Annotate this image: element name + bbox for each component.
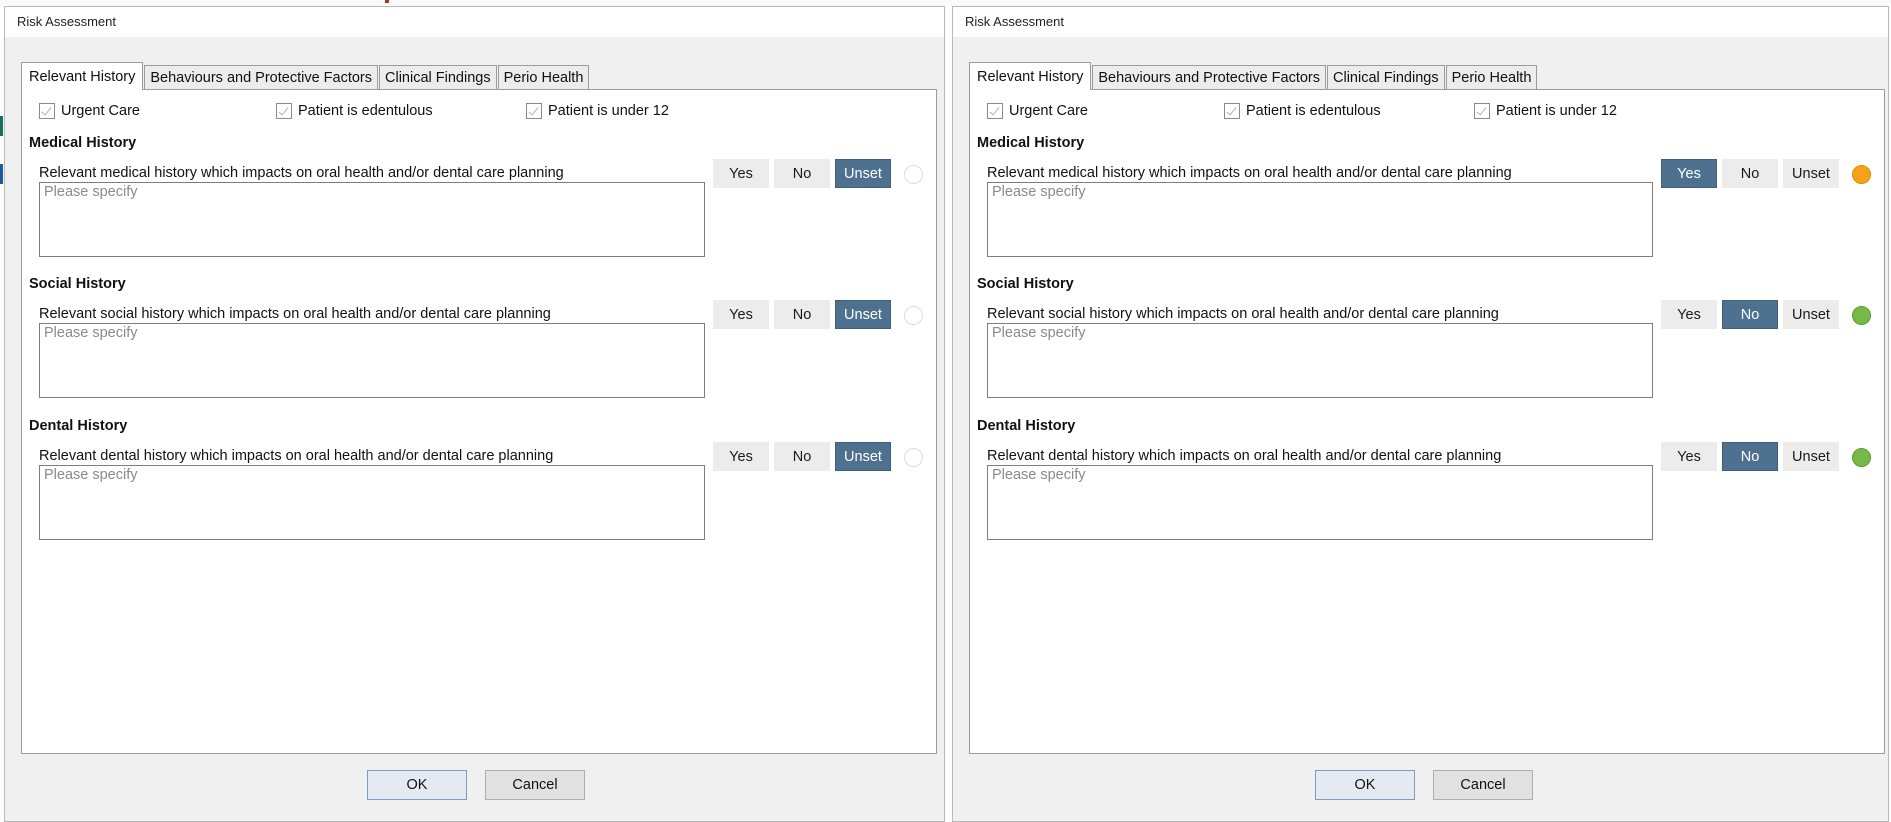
section-medical-history: Medical History Relevant medical history… — [22, 135, 936, 257]
section-title: Dental History — [29, 418, 128, 434]
checkbox-urgent-care[interactable]: Urgent Care — [987, 103, 1088, 119]
social-history-answer-selector: Yes No Unset — [713, 300, 896, 329]
medical-history-details-textarea[interactable]: Please specify — [39, 182, 705, 257]
tab-clinical-findings[interactable]: Clinical Findings — [379, 65, 497, 89]
section-description: Relevant dental history which impacts on… — [39, 448, 554, 464]
no-button[interactable]: No — [1722, 159, 1778, 188]
unset-button[interactable]: Unset — [835, 442, 891, 471]
tab-perio-health[interactable]: Perio Health — [497, 65, 590, 89]
section-title: Social History — [29, 276, 126, 292]
ok-button[interactable]: OK — [367, 770, 467, 800]
no-button[interactable]: No — [774, 442, 830, 471]
medical-history-answer-selector: Yes No Unset — [713, 159, 896, 188]
status-indicator-icon — [904, 165, 923, 184]
dental-history-answer-selector: Yes No Unset — [1661, 442, 1844, 471]
checkbox-label: Patient is under 12 — [548, 103, 669, 119]
checkbox-patient-is-edentulous[interactable]: Patient is edentulous — [1224, 103, 1381, 119]
no-button[interactable]: No — [774, 300, 830, 329]
background-edge-blue — [0, 164, 3, 184]
section-dental-history: Dental History Relevant dental history w… — [22, 418, 936, 540]
section-title: Medical History — [29, 135, 137, 151]
dialog-title: Risk Assessment — [965, 14, 1064, 29]
checkbox-box[interactable] — [39, 103, 55, 119]
unset-button[interactable]: Unset — [1783, 159, 1839, 188]
unset-button[interactable]: Unset — [1783, 442, 1839, 471]
section-medical-history: Medical History Relevant medical history… — [970, 135, 1884, 257]
tab-clinical-findings[interactable]: Clinical Findings — [1327, 65, 1445, 89]
status-indicator-icon — [904, 448, 923, 467]
checkbox-row: Urgent Care Patient is edentulous Patien… — [39, 103, 919, 125]
medical-history-details-textarea[interactable]: Please specify — [987, 182, 1653, 257]
checkbox-box[interactable] — [276, 103, 292, 119]
checkbox-label: Urgent Care — [61, 103, 140, 119]
checkbox-patient-is-under-12[interactable]: Patient is under 12 — [1474, 103, 1617, 119]
cancel-button[interactable]: Cancel — [485, 770, 585, 800]
status-indicator-icon — [904, 306, 923, 325]
section-description: Relevant medical history which impacts o… — [987, 165, 1512, 181]
background-marker — [385, 0, 389, 3]
checkbox-patient-is-under-12[interactable]: Patient is under 12 — [526, 103, 669, 119]
section-description: Relevant social history which impacts on… — [987, 306, 1499, 322]
tab-behaviours-and-protective-factors[interactable]: Behaviours and Protective Factors — [1092, 65, 1327, 89]
checkbox-patient-is-edentulous[interactable]: Patient is edentulous — [276, 103, 433, 119]
tab-panel-relevant-history: Urgent Care Patient is edentulous Patien… — [21, 89, 937, 754]
checkbox-box[interactable] — [987, 103, 1003, 119]
yes-button[interactable]: Yes — [713, 442, 769, 471]
checkbox-label: Urgent Care — [1009, 103, 1088, 119]
section-title: Social History — [977, 276, 1074, 292]
yes-button[interactable]: Yes — [1661, 300, 1717, 329]
tab-relevant-history[interactable]: Relevant History — [21, 62, 144, 90]
section-title: Medical History — [977, 135, 1085, 151]
status-indicator-icon — [1852, 448, 1871, 467]
tab-bar: Relevant History Behaviours and Protectiv… — [969, 57, 1538, 90]
dental-history-answer-selector: Yes No Unset — [713, 442, 896, 471]
checkbox-label: Patient is under 12 — [1496, 103, 1617, 119]
section-social-history: Social History Relevant social history w… — [970, 276, 1884, 398]
checkbox-box[interactable] — [1474, 103, 1490, 119]
status-indicator-icon — [1852, 165, 1871, 184]
section-title: Dental History — [977, 418, 1076, 434]
tab-behaviours-and-protective-factors[interactable]: Behaviours and Protective Factors — [144, 65, 379, 89]
title-bar[interactable]: Risk Assessment — [953, 7, 1888, 37]
ok-button[interactable]: OK — [1315, 770, 1415, 800]
social-history-details-textarea[interactable]: Please specify — [987, 323, 1653, 398]
title-bar[interactable]: Risk Assessment — [5, 7, 944, 37]
unset-button[interactable]: Unset — [835, 300, 891, 329]
section-description: Relevant dental history which impacts on… — [987, 448, 1502, 464]
risk-assessment-dialog: Risk Assessment Relevant History Behaviou… — [4, 6, 945, 822]
medical-history-answer-selector: Yes No Unset — [1661, 159, 1844, 188]
unset-button[interactable]: Unset — [1783, 300, 1839, 329]
dental-history-details-textarea[interactable]: Please specify — [987, 465, 1653, 540]
section-dental-history: Dental History Relevant dental history w… — [970, 418, 1884, 540]
social-history-details-textarea[interactable]: Please specify — [39, 323, 705, 398]
yes-button[interactable]: Yes — [1661, 159, 1717, 188]
no-button[interactable]: No — [774, 159, 830, 188]
checkbox-box[interactable] — [526, 103, 542, 119]
checkbox-urgent-care[interactable]: Urgent Care — [39, 103, 140, 119]
tab-bar: Relevant History Behaviours and Protectiv… — [21, 57, 590, 90]
yes-button[interactable]: Yes — [713, 300, 769, 329]
tab-perio-health[interactable]: Perio Health — [1445, 65, 1538, 89]
yes-button[interactable]: Yes — [713, 159, 769, 188]
risk-assessment-dialog: Risk Assessment Relevant History Behaviou… — [952, 6, 1889, 822]
cancel-button[interactable]: Cancel — [1433, 770, 1533, 800]
no-button[interactable]: No — [1722, 300, 1778, 329]
checkbox-label: Patient is edentulous — [1246, 103, 1381, 119]
tab-relevant-history[interactable]: Relevant History — [969, 62, 1092, 90]
background-edge-teal — [0, 116, 3, 136]
section-description: Relevant medical history which impacts o… — [39, 165, 564, 181]
unset-button[interactable]: Unset — [835, 159, 891, 188]
dialog-title: Risk Assessment — [17, 14, 116, 29]
checkbox-box[interactable] — [1224, 103, 1240, 119]
checkbox-label: Patient is edentulous — [298, 103, 433, 119]
section-description: Relevant social history which impacts on… — [39, 306, 551, 322]
yes-button[interactable]: Yes — [1661, 442, 1717, 471]
social-history-answer-selector: Yes No Unset — [1661, 300, 1844, 329]
no-button[interactable]: No — [1722, 442, 1778, 471]
section-social-history: Social History Relevant social history w… — [22, 276, 936, 398]
dental-history-details-textarea[interactable]: Please specify — [39, 465, 705, 540]
tab-panel-relevant-history: Urgent Care Patient is edentulous Patien… — [969, 89, 1885, 754]
status-indicator-icon — [1852, 306, 1871, 325]
checkbox-row: Urgent Care Patient is edentulous Patien… — [987, 103, 1867, 125]
